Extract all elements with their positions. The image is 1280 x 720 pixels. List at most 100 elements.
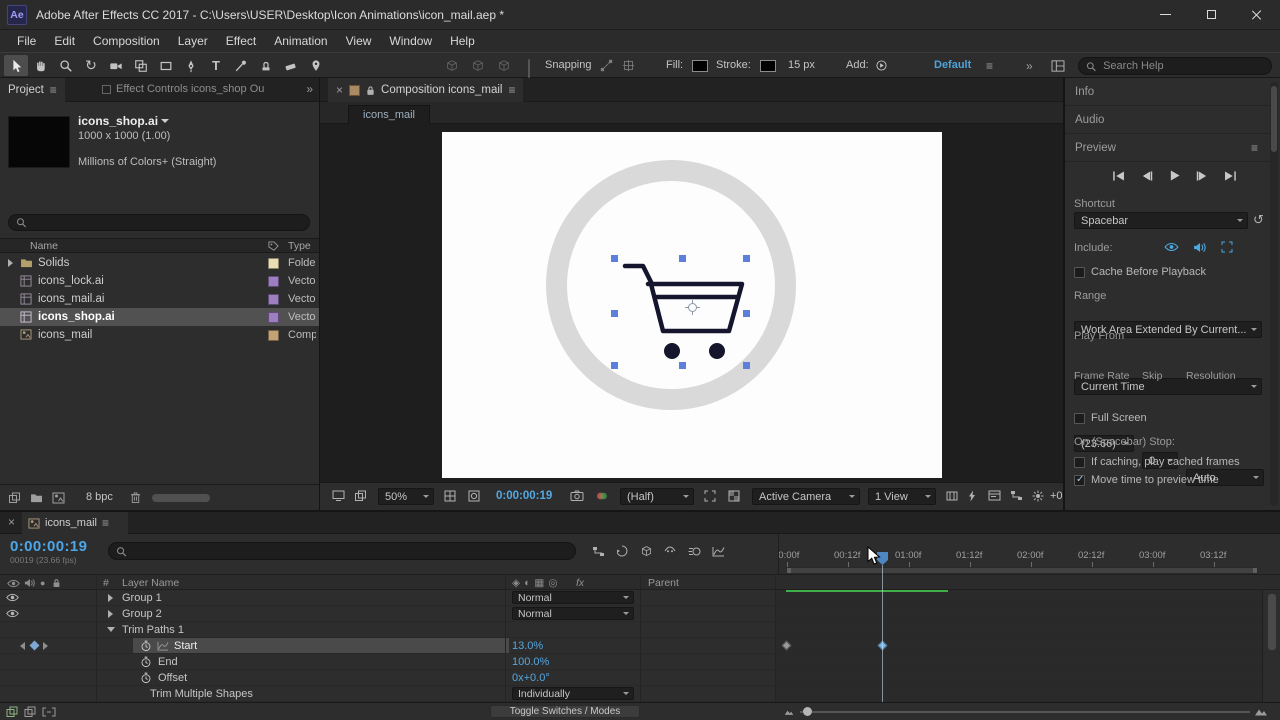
camera-tool-icon[interactable]	[104, 55, 128, 76]
resolution-dropdown[interactable]: (Half)	[620, 488, 694, 505]
row-trim-paths[interactable]: Trim Paths 1	[0, 622, 1262, 638]
switches-column-icons[interactable]: ◈◐▦◎	[512, 577, 562, 589]
horizontal-scrollbar-thumb[interactable]	[152, 494, 210, 502]
stroke-label[interactable]: Stroke:	[716, 59, 751, 71]
previous-frame-icon[interactable]	[1135, 168, 1157, 183]
label-color-chip[interactable]	[268, 258, 279, 269]
next-keyframe-icon[interactable]	[43, 642, 48, 650]
trim-multiple-shapes-dropdown[interactable]: Individually	[512, 687, 634, 700]
row-trim-offset[interactable]: Offset 0x+0.0°	[0, 670, 1262, 686]
new-composition-icon[interactable]	[52, 492, 65, 504]
property-value[interactable]: 100.0%	[512, 656, 549, 668]
always-preview-icon[interactable]	[332, 490, 345, 501]
composition-viewport[interactable]	[320, 124, 1063, 482]
project-row-icons-shop-ai[interactable]: icons_shop.ai Vector	[0, 308, 319, 326]
label-color-chip[interactable]	[268, 276, 279, 287]
fill-label[interactable]: Fill:	[666, 59, 683, 71]
eye-icon[interactable]	[6, 609, 19, 618]
close-tab-icon[interactable]: ×	[336, 83, 343, 97]
previous-keyframe-icon[interactable]	[20, 642, 25, 650]
current-time-display[interactable]: 0:00:00:19	[10, 538, 87, 555]
clone-stamp-tool-icon[interactable]	[254, 55, 278, 76]
zoom-tool-icon[interactable]	[54, 55, 78, 76]
pen-tool-icon[interactable]	[179, 55, 203, 76]
property-label[interactable]: Offset	[158, 672, 187, 684]
app-icon[interactable]: Ae	[7, 4, 27, 25]
row-trim-end[interactable]: End 100.0%	[0, 654, 1262, 670]
maximize-button[interactable]	[1188, 0, 1234, 29]
toolbar-overflow-icon[interactable]: »	[1026, 59, 1033, 73]
include-audio-icon[interactable]	[1188, 239, 1210, 255]
timeline-zoom-slider-track[interactable]	[800, 711, 1250, 713]
timeline-search-input[interactable]	[131, 544, 575, 558]
help-search-input[interactable]	[1101, 59, 1271, 73]
selection-handle[interactable]	[743, 255, 750, 262]
group-label[interactable]: Trim Paths 1	[122, 624, 184, 636]
lock-icon[interactable]	[366, 85, 375, 96]
video-column-icon[interactable]	[7, 579, 20, 588]
stroke-swatch[interactable]	[760, 60, 776, 72]
timeline-tab-icons-mail[interactable]: icons_mail ≡	[22, 512, 128, 534]
trash-icon[interactable]	[130, 491, 141, 504]
twirl-icon[interactable]	[108, 610, 113, 618]
property-value[interactable]: 0x+0.0°	[512, 672, 550, 684]
property-label[interactable]: Trim Multiple Shapes	[150, 688, 253, 700]
close-tab-icon[interactable]: ×	[8, 515, 15, 529]
group-label[interactable]: Group 1	[122, 592, 162, 604]
zoom-in-timeline-icon[interactable]	[1254, 706, 1268, 717]
rotation-tool-icon[interactable]: ↻	[79, 55, 103, 76]
stroke-width-value[interactable]: 15 px	[788, 59, 815, 71]
selection-handle[interactable]	[679, 362, 686, 369]
zoom-out-timeline-icon[interactable]	[784, 708, 794, 716]
solo-column-icon[interactable]: ●	[40, 578, 45, 588]
brush-tool-icon[interactable]	[229, 55, 253, 76]
project-row-solids[interactable]: Solids Folder	[0, 254, 319, 272]
column-layer-name[interactable]: Layer Name	[122, 577, 179, 589]
menu-composition[interactable]: Composition	[84, 30, 169, 52]
next-frame-icon[interactable]	[1191, 168, 1213, 183]
label-color-chip[interactable]	[268, 312, 279, 323]
twirl-icon[interactable]	[8, 259, 13, 267]
add-property-icon[interactable]	[872, 55, 890, 76]
selection-handle[interactable]	[611, 255, 618, 262]
include-video-icon[interactable]	[1160, 239, 1182, 255]
anchor-point-icon[interactable]	[685, 300, 700, 315]
row-trim-start[interactable]: Start 13.0%	[0, 638, 1262, 654]
twirl-icon[interactable]	[108, 594, 113, 602]
work-area-bar[interactable]	[786, 567, 1258, 574]
puppet-pin-tool-icon[interactable]	[304, 55, 328, 76]
transparency-grid-icon[interactable]	[728, 490, 740, 502]
graph-editor-icon[interactable]	[708, 542, 728, 560]
menu-file[interactable]: File	[8, 30, 45, 52]
row-trim-multiple-shapes[interactable]: Trim Multiple Shapes Individually	[0, 686, 1262, 702]
shopping-cart-layer[interactable]	[611, 255, 750, 369]
project-row-icons-mail-ai[interactable]: icons_mail.ai Vector	[0, 290, 319, 308]
preview-panel-header[interactable]: Preview ≡	[1065, 134, 1270, 162]
scrollbar-thumb[interactable]	[1268, 594, 1276, 650]
composition-panel-menu-icon[interactable]: ≡	[508, 83, 515, 97]
3d-view-dropdown[interactable]: Active Camera	[752, 488, 860, 505]
include-in-graph-editor-icon[interactable]	[157, 641, 169, 651]
play-cached-checkbox[interactable]	[1074, 456, 1085, 468]
reset-exposure-icon[interactable]	[1032, 490, 1044, 502]
draft-3d-icon[interactable]	[636, 542, 656, 560]
composition-mini-flowchart-icon[interactable]	[588, 542, 608, 560]
multi-view-icon[interactable]	[354, 490, 367, 502]
enable-motion-blur-icon[interactable]	[684, 542, 704, 560]
audio-panel-header[interactable]: Audio	[1065, 106, 1270, 134]
menu-layer[interactable]: Layer	[169, 30, 217, 52]
info-panel-header[interactable]: Info	[1065, 78, 1270, 106]
bit-depth-indicator[interactable]: 8 bpc	[86, 491, 113, 503]
property-label[interactable]: Start	[174, 640, 197, 652]
group-label[interactable]: Group 2	[122, 608, 162, 620]
stopwatch-icon[interactable]	[140, 672, 152, 684]
hand-tool-icon[interactable]	[29, 55, 53, 76]
twirl-icon[interactable]	[107, 627, 115, 632]
workspace-selector[interactable]: Default	[934, 59, 971, 71]
snap-grid-icon[interactable]	[618, 55, 638, 76]
toggle-switches-modes-button[interactable]: Toggle Switches / Modes	[490, 705, 640, 718]
row-group-1[interactable]: Group 1 Normal	[0, 590, 1262, 606]
first-frame-icon[interactable]	[1107, 168, 1129, 183]
selection-handle[interactable]	[611, 362, 618, 369]
snapping-checkbox[interactable]	[528, 59, 530, 78]
